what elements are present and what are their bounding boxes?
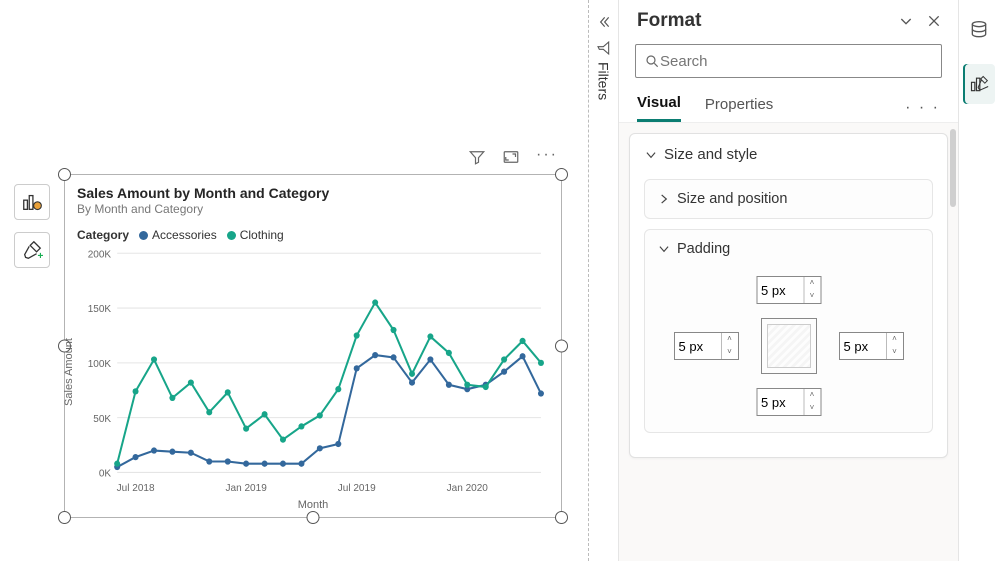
padding-control: ˄˅ ˄˅ ˄˅ ˄˅ <box>674 276 904 416</box>
resize-handle[interactable] <box>307 511 320 524</box>
legend-title: Category <box>77 228 129 242</box>
tab-visual[interactable]: Visual <box>637 94 681 122</box>
svg-text:Jul 2018: Jul 2018 <box>117 483 155 494</box>
svg-text:150K: 150K <box>88 304 112 315</box>
search-icon <box>644 53 660 69</box>
svg-text:0K: 0K <box>99 468 111 479</box>
chart-subtitle: By Month and Category <box>77 202 549 216</box>
format-pane: Format Visual Properties · · · Size and … <box>619 0 959 561</box>
legend-series-label: Clothing <box>240 228 284 242</box>
tabs-more-icon[interactable]: · · · <box>905 99 940 117</box>
legend-series-label: Accessories <box>152 228 217 242</box>
format-visual-button[interactable]: + <box>14 232 50 268</box>
step-down-icon[interactable]: ˅ <box>804 290 820 303</box>
step-down-icon[interactable]: ˅ <box>804 402 820 415</box>
visual-more-icon[interactable]: ··· <box>536 148 554 166</box>
padding-right-input[interactable]: ˄˅ <box>839 332 904 360</box>
data-pane-button[interactable] <box>963 10 995 50</box>
card-header-padding[interactable]: Padding <box>645 230 932 268</box>
filter-icon <box>596 40 612 56</box>
chart-legend: Category Accessories Clothing <box>77 228 549 243</box>
card-padding: Padding ˄˅ ˄˅ <box>644 229 933 433</box>
chart-title: Sales Amount by Month and Category <box>77 185 549 201</box>
card-title: Size and style <box>664 146 757 163</box>
svg-text:Jan 2020: Jan 2020 <box>447 483 489 494</box>
resize-handle[interactable] <box>58 168 71 181</box>
svg-text:+: + <box>38 251 44 261</box>
padding-bottom-input[interactable]: ˄˅ <box>756 388 821 416</box>
padding-preview <box>761 318 817 374</box>
step-up-icon[interactable]: ˄ <box>722 333 738 346</box>
step-up-icon[interactable]: ˄ <box>804 277 820 290</box>
legend-dot <box>139 231 148 240</box>
padding-top-input[interactable]: ˄˅ <box>756 276 821 304</box>
build-visual-button[interactable] <box>14 184 50 220</box>
tab-properties[interactable]: Properties <box>705 96 773 121</box>
chevron-icon <box>657 192 671 206</box>
scrollbar[interactable] <box>950 129 956 207</box>
x-axis-label: Month <box>77 497 549 511</box>
chevron-icon <box>657 242 671 256</box>
format-pane-button[interactable] <box>963 64 995 104</box>
resize-handle[interactable] <box>555 168 568 181</box>
padding-left-input[interactable]: ˄˅ <box>674 332 739 360</box>
svg-text:Jan 2019: Jan 2019 <box>225 483 267 494</box>
card-header-size-position[interactable]: Size and position <box>645 180 932 218</box>
step-down-icon[interactable]: ˅ <box>722 346 738 359</box>
legend-dot <box>227 231 236 240</box>
svg-text:100K: 100K <box>88 358 112 369</box>
chart-plot-area: 0K 50K 100K 150K 200K Jul 2018 Jan 2019 Jul 201… <box>77 247 549 498</box>
card-title: Padding <box>677 241 730 257</box>
collapse-left-icon[interactable] <box>596 14 612 30</box>
resize-handle[interactable] <box>555 511 568 524</box>
step-up-icon[interactable]: ˄ <box>887 333 903 346</box>
chevron-down-icon[interactable] <box>898 13 914 29</box>
chevron-icon <box>644 148 658 162</box>
right-rail <box>959 0 999 561</box>
search-input[interactable] <box>660 53 933 70</box>
format-pane-title: Format <box>637 10 701 32</box>
filters-label: Filters <box>596 62 612 100</box>
visual-header-toolbar: ··· <box>64 148 562 166</box>
resize-handle[interactable] <box>555 340 568 353</box>
format-tabs: Visual Properties · · · <box>619 88 958 122</box>
svg-text:50K: 50K <box>93 413 111 424</box>
line-chart-visual[interactable]: Sales Amount by Month and Category By Mo… <box>64 174 562 518</box>
report-canvas[interactable]: + ··· Sales Amount by Month and Category… <box>0 0 588 561</box>
search-box[interactable] <box>635 44 942 78</box>
close-icon[interactable] <box>926 13 942 29</box>
filter-icon[interactable] <box>468 148 486 166</box>
card-size-and-position: Size and position <box>644 179 933 219</box>
svg-text:Jul 2019: Jul 2019 <box>338 483 376 494</box>
svg-text:200K: 200K <box>88 249 112 260</box>
filters-pane-collapsed[interactable]: Filters <box>589 0 619 561</box>
resize-handle[interactable] <box>58 511 71 524</box>
focus-mode-icon[interactable] <box>502 148 520 166</box>
card-size-and-style: Size and style Size and position Padding <box>629 133 948 458</box>
y-axis-label: Sales Amount <box>63 338 75 406</box>
step-up-icon[interactable]: ˄ <box>804 389 820 402</box>
card-title: Size and position <box>677 191 787 207</box>
step-down-icon[interactable]: ˅ <box>887 346 903 359</box>
card-header-size-style[interactable]: Size and style <box>630 134 947 175</box>
